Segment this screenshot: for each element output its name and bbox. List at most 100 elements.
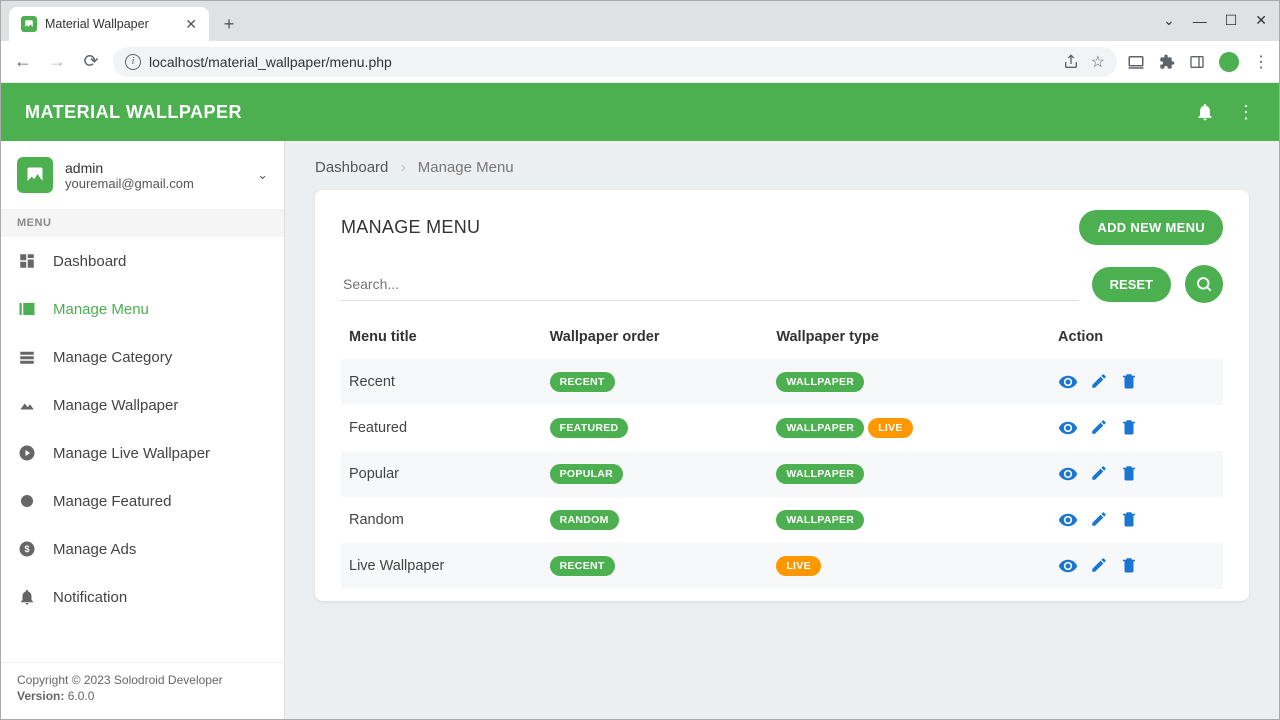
table-row: Random RANDOM WALLPAPER [341,497,1223,543]
cell-order: RANDOM [542,497,769,543]
reset-button[interactable]: RESET [1092,267,1171,302]
sidepanel-icon[interactable] [1189,54,1205,70]
sidebar-item-notification[interactable]: Notification [1,573,284,621]
minimize-icon[interactable]: — [1193,13,1207,29]
close-window-icon[interactable]: ✕ [1255,12,1267,29]
sidebar-section-label: MENU [1,209,284,237]
device-icon[interactable] [1127,53,1145,71]
cell-title: Live Wallpaper [341,543,542,589]
chevron-down-icon[interactable]: ⌄ [257,167,268,183]
sidebar-item-manage-category[interactable]: Manage Category [1,333,284,381]
cell-title: Featured [341,405,542,451]
maximize-icon[interactable]: ☐ [1225,12,1238,29]
cell-type: WALLPAPER [768,451,1050,497]
edit-icon[interactable] [1090,464,1108,484]
order-pill: RECENT [550,372,615,392]
type-pill: LIVE [776,556,821,576]
favicon-icon [21,16,37,32]
order-pill: FEATURED [550,418,629,438]
bell-icon [17,587,37,607]
edit-icon[interactable] [1090,372,1108,392]
table-row: Popular POPULAR WALLPAPER [341,451,1223,497]
delete-icon[interactable] [1120,372,1138,392]
extensions-icon[interactable] [1159,54,1175,70]
delete-icon[interactable] [1120,464,1138,484]
reload-button[interactable]: ⟳ [79,50,103,74]
sidebar-item-manage-wallpaper[interactable]: Manage Wallpaper [1,381,284,429]
delete-icon[interactable] [1120,510,1138,530]
search-input[interactable] [341,268,1078,301]
view-icon[interactable] [1058,556,1078,576]
order-pill: RANDOM [550,510,619,530]
featured-icon [17,491,37,511]
menu-icon [17,299,37,319]
sidebar-item-manage-menu[interactable]: Manage Menu [1,285,284,333]
forward-button[interactable]: → [45,50,69,74]
profile-icon[interactable] [1219,52,1239,72]
wallpaper-icon [17,395,37,415]
breadcrumb-current: Manage Menu [418,159,514,176]
site-info-icon[interactable]: i [125,54,141,70]
user-avatar-icon [17,157,53,193]
menu-table: Menu title Wallpaper order Wallpaper typ… [341,315,1223,589]
cell-type: LIVE [768,543,1050,589]
share-icon[interactable] [1063,54,1079,70]
cell-order: POPULAR [542,451,769,497]
sidebar-item-manage-ads[interactable]: $ Manage Ads [1,525,284,573]
col-wallpaper-order: Wallpaper order [542,315,769,359]
sidebar-item-label: Manage Category [53,349,172,366]
cell-title: Recent [341,359,542,405]
table-row: RecentRECENTWALLPAPER [341,359,1223,405]
sidebar-item-dashboard[interactable]: Dashboard [1,237,284,285]
sidebar-item-label: Manage Live Wallpaper [53,445,210,462]
type-pill: WALLPAPER [776,418,864,438]
svg-text:$: $ [24,544,29,554]
user-name: admin [65,160,245,176]
app-menu-icon[interactable]: ⋮ [1237,102,1255,123]
user-box[interactable]: admin youremail@gmail.com ⌄ [1,141,284,209]
view-icon[interactable] [1058,510,1078,530]
delete-icon[interactable] [1120,418,1138,438]
view-icon[interactable] [1058,372,1078,392]
view-icon[interactable] [1058,464,1078,484]
delete-icon[interactable] [1120,556,1138,576]
url-text: localhost/material_wallpaper/menu.php [149,54,392,70]
cell-actions [1050,497,1223,543]
add-new-menu-button[interactable]: ADD NEW MENU [1079,210,1223,245]
brand-title: MATERIAL WALLPAPER [25,102,242,123]
type-pill: WALLPAPER [776,510,864,530]
browser-tab[interactable]: Material Wallpaper ✕ [9,7,209,41]
order-pill: POPULAR [550,464,623,484]
col-menu-title: Menu title [341,315,542,359]
col-action: Action [1050,315,1223,359]
search-button[interactable] [1185,265,1223,303]
cell-actions [1050,451,1223,497]
edit-icon[interactable] [1090,510,1108,530]
cell-title: Popular [341,451,542,497]
back-button[interactable]: ← [11,50,35,74]
sidebar-item-label: Notification [53,589,127,606]
cell-actions [1050,359,1223,405]
cell-order: FEATURED [542,405,769,451]
browser-menu-icon[interactable]: ⋮ [1253,52,1269,72]
edit-icon[interactable] [1090,556,1108,576]
tab-search-icon[interactable]: ⌄ [1163,12,1175,29]
page-title: MANAGE MENU [341,217,480,238]
breadcrumb-root[interactable]: Dashboard [315,159,388,176]
type-pill: WALLPAPER [776,464,864,484]
app-header: MATERIAL WALLPAPER ⋮ [1,83,1279,141]
new-tab-button[interactable]: + [215,10,243,38]
sidebar-item-manage-featured[interactable]: Manage Featured [1,477,284,525]
copyright-text: Copyright © 2023 Solodroid Developer [17,673,268,687]
table-row: Live WallpaperRECENTLIVE [341,543,1223,589]
sidebar-item-manage-live-wallpaper[interactable]: Manage Live Wallpaper [1,429,284,477]
sidebar-item-label: Manage Ads [53,541,136,558]
notifications-icon[interactable] [1195,102,1215,122]
address-bar[interactable]: i localhost/material_wallpaper/menu.php … [113,47,1117,77]
view-icon[interactable] [1058,418,1078,438]
close-tab-icon[interactable]: ✕ [185,16,197,33]
bookmark-icon[interactable]: ☆ [1091,52,1105,72]
cell-title: Random [341,497,542,543]
col-wallpaper-type: Wallpaper type [768,315,1050,359]
edit-icon[interactable] [1090,418,1108,438]
